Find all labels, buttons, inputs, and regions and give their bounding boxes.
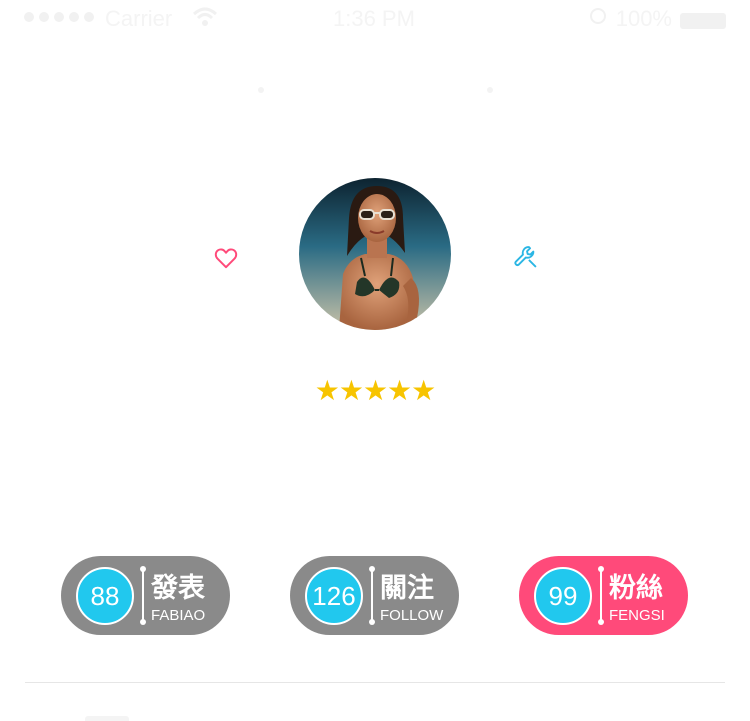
- fans-subtitle: FENGSI: [609, 607, 665, 624]
- wifi-icon: [192, 6, 218, 34]
- decorative-dot: [487, 87, 493, 93]
- orientation-lock-icon: [588, 6, 608, 32]
- stat-posts-button[interactable]: 88 發表 FABIAO: [61, 556, 230, 635]
- follow-title: 關注: [380, 573, 434, 604]
- stat-follow-button[interactable]: 126 關注 FOLLOW: [290, 556, 459, 635]
- stat-fans-button[interactable]: 99 粉絲 FENGSI: [519, 556, 688, 635]
- battery-percent: 100%: [615, 6, 672, 31]
- signal-strength-icon: [24, 12, 94, 22]
- section-divider: [25, 682, 725, 683]
- follow-count: 126: [305, 567, 363, 625]
- partial-element: [85, 716, 129, 721]
- divider: [598, 566, 604, 625]
- fans-count: 99: [534, 567, 592, 625]
- heart-icon[interactable]: [213, 245, 239, 271]
- wrench-icon[interactable]: [512, 243, 540, 271]
- divider: [369, 566, 375, 625]
- follow-subtitle: FOLLOW: [380, 607, 444, 624]
- divider: [140, 566, 146, 625]
- status-right-group: 100%: [588, 6, 726, 32]
- carrier-label: Carrier: [105, 6, 173, 31]
- battery-icon: [680, 13, 726, 29]
- posts-subtitle: FABIAO: [151, 607, 206, 624]
- avatar[interactable]: [299, 178, 451, 330]
- posts-count: 88: [76, 567, 134, 625]
- status-bar: Carrier 1:36 PM 100%: [0, 0, 750, 40]
- status-time: 1:36 PM: [333, 6, 415, 31]
- fans-title: 粉絲: [609, 573, 663, 604]
- decorative-dot: [258, 87, 264, 93]
- rating-stars: ★★★★★: [314, 374, 437, 407]
- posts-title: 發表: [151, 573, 205, 604]
